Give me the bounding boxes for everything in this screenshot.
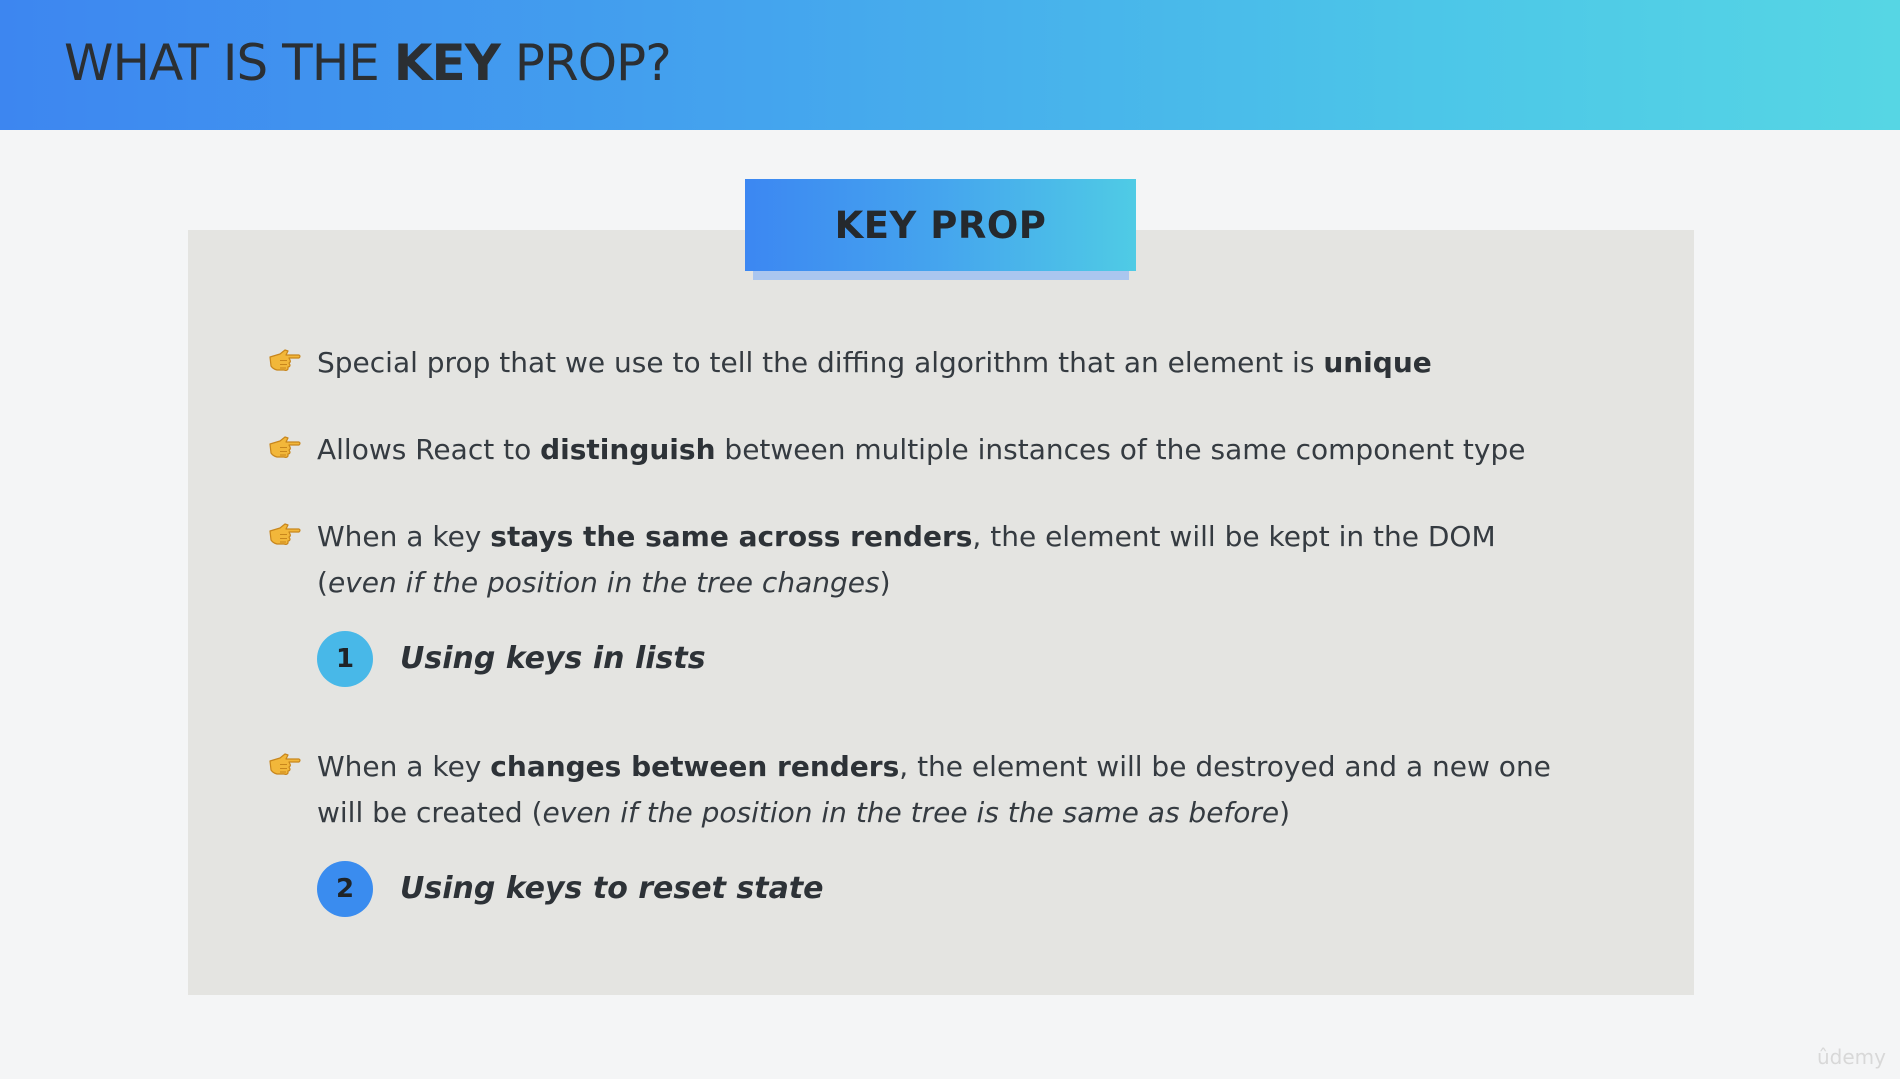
badge-label: KEY PROP	[834, 203, 1047, 247]
pointing-hand-icon	[268, 522, 302, 546]
text-segment: )	[1279, 796, 1291, 829]
title-prefix: WHAT IS THE	[64, 34, 394, 92]
step-number-badge: 1	[317, 631, 373, 687]
title-bar: WHAT IS THE KEY PROP?	[0, 0, 1900, 130]
udemy-watermark: ûdemy	[1817, 1045, 1886, 1069]
italic-text: even if the position in the tree is the …	[542, 796, 1280, 829]
bullet-text: When a key changes between renders, the …	[317, 744, 1657, 836]
key-prop-badge: KEY PROP	[745, 179, 1136, 271]
italic-text: even if the position in the tree changes	[327, 566, 880, 599]
text-segment: , the element will be destroyed and a ne…	[899, 750, 1551, 783]
bullet-text: Allows React to distinguish between mult…	[317, 427, 1657, 473]
step-label: Using keys to reset state	[400, 871, 824, 906]
emphasis-text: stays the same across renders	[490, 520, 973, 553]
text-segment: )	[879, 566, 891, 599]
pointing-hand-icon	[268, 348, 302, 372]
text-segment: When a key	[317, 750, 491, 783]
text-segment: When a key	[317, 520, 491, 553]
text-segment: will be created (	[317, 796, 543, 829]
title-keyword: KEY	[393, 34, 501, 92]
step-number-badge: 2	[317, 861, 373, 917]
emphasis-text: unique	[1323, 346, 1432, 379]
text-segment: between multiple instances of the same c…	[715, 433, 1526, 466]
emphasis-text: distinguish	[540, 433, 716, 466]
text-segment: , the element will be kept in the DOM	[972, 520, 1496, 553]
pointing-hand-icon	[268, 435, 302, 459]
bullet-text: When a key stays the same across renders…	[317, 514, 1657, 606]
text-segment: Allows React to	[317, 433, 541, 466]
text-segment: (	[317, 566, 328, 599]
emphasis-text: changes between renders	[490, 750, 900, 783]
bullet-text: Special prop that we use to tell the dif…	[317, 340, 1657, 386]
text-segment: Special prop that we use to tell the dif…	[317, 346, 1324, 379]
slide-title: WHAT IS THE KEY PROP?	[64, 34, 672, 92]
step-label: Using keys in lists	[400, 641, 706, 676]
pointing-hand-icon	[268, 752, 302, 776]
title-suffix: PROP?	[499, 34, 672, 92]
